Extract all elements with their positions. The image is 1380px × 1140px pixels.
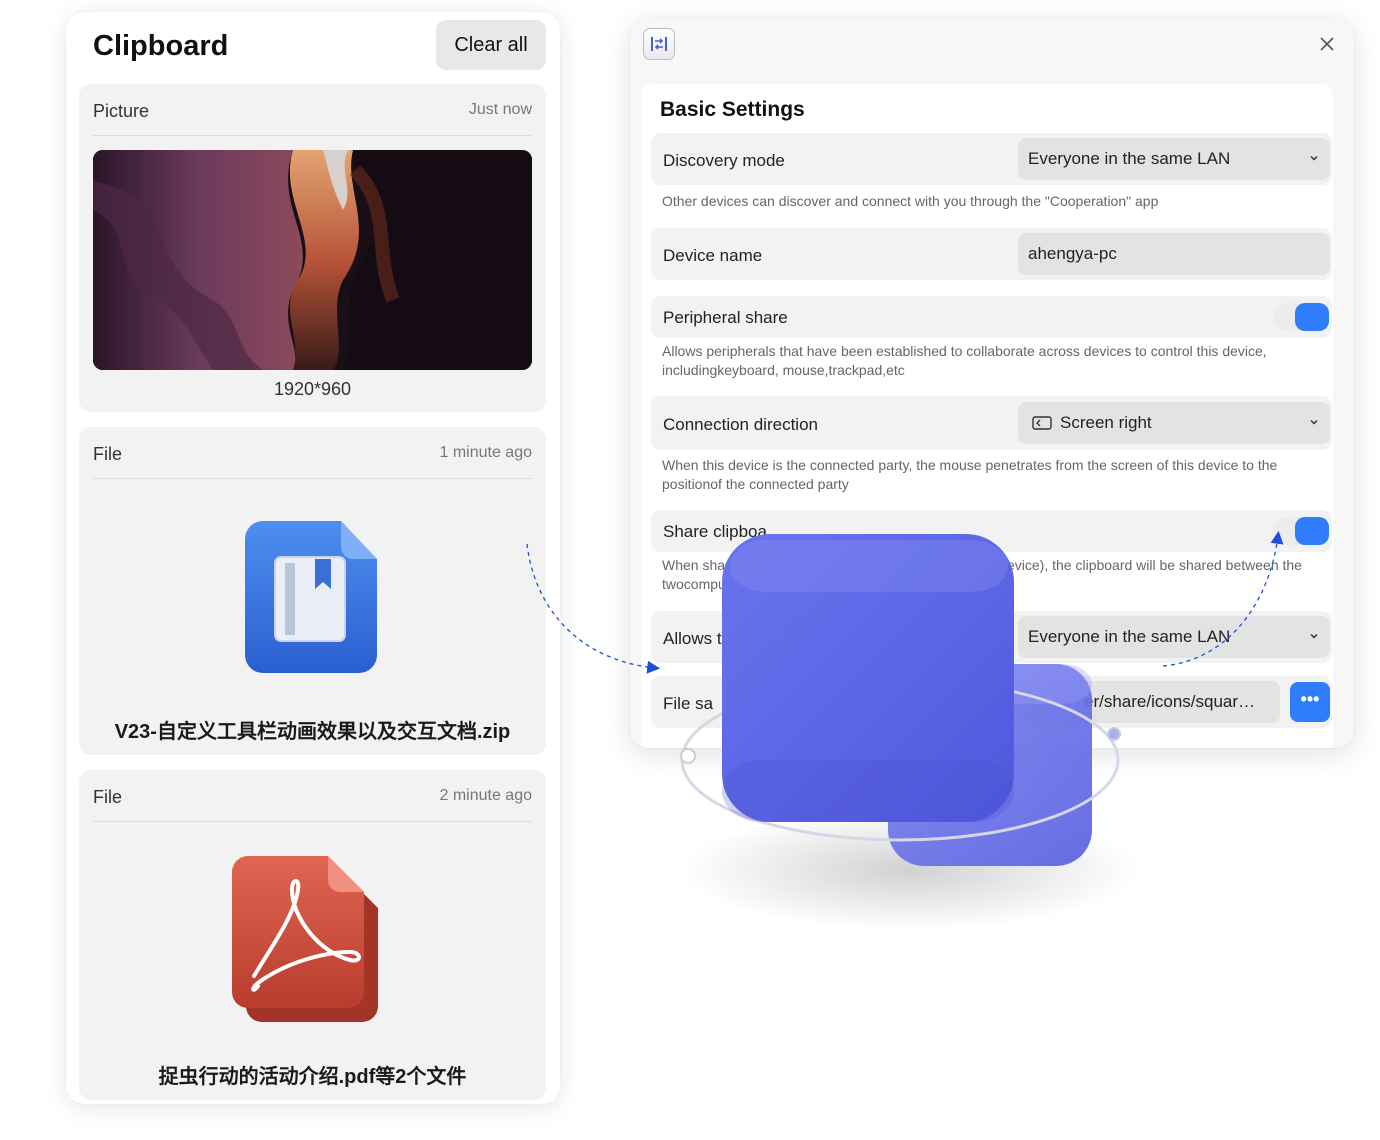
share-clipboard-desc-right: evice), the clipboard will be shared bet… [1007, 557, 1302, 573]
allows-row: Allows t Everyone in the same LAN [651, 611, 1332, 663]
toggle-knob [1295, 303, 1329, 331]
more-button[interactable]: ••• [1290, 682, 1330, 722]
discovery-mode-select[interactable]: Everyone in the same LAN [1018, 138, 1330, 180]
share-clipboard-label: Share clipboa [663, 522, 767, 541]
clear-all-button[interactable]: Clear all [436, 20, 546, 70]
share-clipboard-toggle[interactable] [1273, 517, 1329, 545]
allows-select[interactable]: Everyone in the same LAN [1018, 616, 1330, 658]
section-title: Basic Settings [660, 98, 805, 121]
file-save-path-field[interactable]: er/share/icons/squar… [1018, 681, 1280, 723]
item-type: File [93, 444, 123, 464]
clipboard-item-file[interactable]: File 1 minute ago V23-自定义工具栏动画效果以及交互文档.z… [79, 427, 546, 755]
connection-direction-select[interactable]: Screen right [1018, 402, 1330, 444]
clipboard-item-file[interactable]: File 2 minute ago 捉虫行动的活动介绍.pdf等2个文件 [79, 770, 546, 1100]
connection-direction-label: Connection direction [663, 415, 818, 434]
device-name-field[interactable]: ahengya-pc [1018, 233, 1330, 275]
discovery-mode-label: Discovery mode [663, 151, 785, 170]
share-clipboard-description: When shari evice), the clipboard will be… [662, 556, 1302, 594]
titlebar [630, 18, 1354, 74]
clipboard-title: Clipboard [93, 30, 229, 62]
allows-label: Allows t [663, 629, 722, 648]
clipboard-panel: Clipboard Clear all Picture Just now 192… [66, 12, 560, 1104]
card-header: File 1 minute ago [93, 427, 532, 479]
item-time: Just now [468, 101, 532, 118]
file-name: V23-自定义工具栏动画效果以及交互文档.zip [114, 721, 511, 743]
chevron-down-icon [1310, 155, 1318, 161]
screen-right-icon [1032, 416, 1052, 430]
item-type: File [93, 787, 123, 807]
cooperation-settings-window: Basic Settings Discovery mode Everyone i… [630, 18, 1354, 748]
chevron-down-icon [1310, 419, 1318, 425]
close-icon[interactable] [1318, 35, 1336, 53]
toggle-knob [1295, 517, 1329, 545]
pdf-file-icon [232, 856, 380, 1026]
file-save-row: File sa er/share/icons/squar… ••• [651, 676, 1332, 728]
cooperation-app-icon [643, 28, 675, 60]
allows-value: Everyone in the same LAN [1028, 627, 1231, 646]
discovery-mode-description: Other devices can discover and connect w… [662, 193, 1159, 209]
peripheral-share-description: Allows peripherals that have been establ… [662, 343, 1267, 378]
share-clipboard-desc-left: When shari [662, 557, 733, 573]
connection-direction-row: Connection direction Screen right [651, 396, 1332, 450]
book-file-icon [245, 519, 379, 675]
file-name: 捉虫行动的活动介绍.pdf等2个文件 [158, 1066, 467, 1088]
discovery-mode-row: Discovery mode Everyone in the same LAN [651, 133, 1332, 185]
canyon-picture [93, 150, 532, 370]
discovery-mode-value: Everyone in the same LAN [1028, 149, 1231, 168]
item-time: 2 minute ago [439, 787, 532, 804]
peripheral-share-toggle[interactable] [1273, 303, 1329, 331]
clipboard-item-picture[interactable]: Picture Just now 1920*960 [79, 84, 546, 412]
device-name-label: Device name [663, 246, 763, 265]
connection-direction-description: When this device is the connected party,… [662, 457, 1278, 492]
file-save-label: File sa [663, 694, 714, 713]
card-header: File 2 minute ago [93, 770, 532, 822]
item-type: Picture [93, 101, 150, 121]
basic-settings-card: Basic Settings Discovery mode Everyone i… [641, 84, 1333, 748]
peripheral-share-row: Peripheral share [651, 296, 1332, 338]
share-clipboard-row: Share clipboa [651, 510, 1332, 552]
device-name-row: Device name ahengya-pc [651, 228, 1332, 280]
chevron-down-icon [1310, 633, 1318, 639]
share-clipboard-desc-line2: twocompu [662, 576, 726, 592]
file-save-path: er/share/icons/squar… [1084, 692, 1256, 711]
peripheral-share-label: Peripheral share [663, 308, 788, 327]
picture-dimensions: 1920*960 [273, 379, 352, 399]
connection-direction-value: Screen right [1060, 413, 1152, 432]
card-header: Picture Just now [93, 84, 532, 136]
item-time: 1 minute ago [439, 444, 532, 461]
